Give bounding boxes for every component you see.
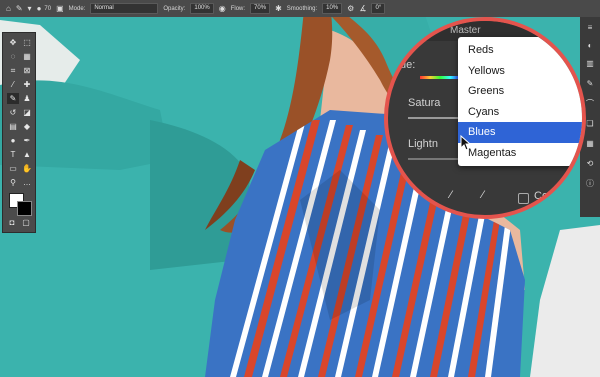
channel-dropdown-menu: Reds Yellows Greens Cyans Blues Magentas: [458, 37, 582, 166]
brush-tool-icon-active[interactable]: ✎: [7, 93, 19, 104]
smoothing-label: Smoothing:: [286, 5, 318, 12]
smoothing-field[interactable]: 10%: [322, 3, 343, 14]
channels-icon[interactable]: ▦: [584, 139, 596, 149]
chevron-down-icon[interactable]: ▾: [28, 4, 32, 13]
menu-item-yellows[interactable]: Yellows: [458, 61, 582, 82]
home-icon[interactable]: ⌂: [6, 4, 11, 13]
lightness-label: Lightn: [408, 138, 438, 150]
mode-select[interactable]: Normal: [90, 3, 159, 14]
gear-icon[interactable]: ⚙: [347, 4, 354, 13]
rectangle-tool-icon[interactable]: ▭: [7, 163, 19, 174]
menu-item-magentas[interactable]: Magentas: [458, 143, 582, 164]
screen-mode-icon[interactable]: ▢: [21, 217, 31, 228]
eyedropper-icon[interactable]: ⁄: [418, 189, 430, 203]
colorize-checkbox[interactable]: [518, 193, 529, 204]
background-color-swatch[interactable]: [17, 201, 32, 216]
brush-settings-icon[interactable]: ▣: [56, 4, 64, 13]
history-icon[interactable]: ⟲: [584, 159, 596, 169]
stamp-tool-icon[interactable]: ♟: [21, 93, 33, 104]
lasso-tool-icon[interactable]: ◌: [7, 51, 19, 62]
angle-icon: ∡: [359, 3, 367, 13]
opacity-label: Opacity:: [163, 5, 186, 12]
healing-tool-icon[interactable]: ✚: [21, 79, 33, 90]
menu-item-greens[interactable]: Greens: [458, 81, 582, 102]
gradient-tool-icon[interactable]: ▤: [7, 121, 19, 132]
history-brush-icon[interactable]: ↺: [7, 107, 19, 118]
eyedropper-tool-icon[interactable]: ⁄: [7, 79, 19, 90]
info-icon[interactable]: ⓘ: [584, 179, 596, 189]
quick-mask-icon[interactable]: ◘: [7, 217, 17, 228]
marquee-tool-icon[interactable]: ⬚: [21, 37, 33, 48]
pen-tool-icon[interactable]: ✒: [21, 135, 33, 146]
move-tool-icon[interactable]: ✥: [7, 37, 19, 48]
eraser-tool-icon[interactable]: ◪: [21, 107, 33, 118]
options-bar: ⌂ ✎ ▾ ● 70 ▣ Mode: Normal Opacity: 100% …: [0, 0, 600, 17]
panel-collapse-icon[interactable]: »: [560, 25, 565, 35]
magnifier-callout: Master Plugins » ue: Satura Lightn Reds …: [384, 17, 586, 219]
dodge-tool-icon[interactable]: ●: [7, 135, 19, 146]
hand-tool-icon[interactable]: ✋: [21, 163, 33, 174]
brush-tool-icon[interactable]: ✎: [16, 4, 23, 13]
properties-icon[interactable]: ≡: [584, 23, 596, 33]
more-tools-icon[interactable]: …: [21, 177, 33, 188]
brush-preset-picker[interactable]: ● 70: [36, 3, 52, 13]
brushes-icon[interactable]: ✎: [584, 79, 596, 89]
opacity-field[interactable]: 100%: [190, 3, 214, 14]
airbrush-icon[interactable]: ✱: [275, 4, 282, 13]
angle-field[interactable]: 0°: [371, 3, 386, 14]
hue-label: ue:: [400, 59, 416, 71]
brush-size: 70: [44, 5, 52, 12]
object-select-icon[interactable]: ▦: [21, 51, 33, 62]
mouse-cursor-icon: [460, 135, 472, 151]
type-tool-icon[interactable]: T: [7, 149, 19, 160]
eyedropper-minus-icon[interactable]: ⁄: [482, 189, 494, 203]
menu-item-cyans[interactable]: Cyans: [458, 102, 582, 123]
flow-field[interactable]: 70%: [250, 3, 271, 14]
flow-label: Flow:: [230, 5, 246, 12]
blur-tool-icon[interactable]: ◆: [21, 121, 33, 132]
tools-panel: ✥ ⬚ ◌ ▦ ⌗ ⊠ ⁄ ✚ ✎ ♟ ↺ ◪ ▤ ◆ ● ✒ T ▲ ▭ ✋ …: [2, 32, 36, 233]
path-select-icon[interactable]: ▲: [21, 149, 33, 160]
menu-item-reds[interactable]: Reds: [458, 40, 582, 61]
zoom-tool-icon[interactable]: ⚲: [7, 177, 19, 188]
paths-icon[interactable]: ⌒: [584, 99, 596, 109]
menu-item-blues[interactable]: Blues: [458, 122, 582, 143]
adjustments-icon[interactable]: ◐: [584, 41, 596, 51]
brush-tip-icon: ●: [36, 3, 42, 13]
libraries-icon[interactable]: ▥: [584, 59, 596, 69]
saturation-label: Satura: [408, 97, 441, 109]
mode-label: Mode:: [68, 5, 86, 12]
preset-master-label: Master: [450, 25, 481, 36]
eyedropper-plus-icon[interactable]: ⁄: [450, 189, 462, 203]
colorize-label: Coloriz: [534, 190, 569, 202]
plugins-tab[interactable]: Plugins: [530, 27, 553, 34]
pressure-opacity-icon[interactable]: ◉: [219, 4, 226, 13]
crop-tool-icon[interactable]: ⌗: [7, 65, 19, 76]
frame-tool-icon[interactable]: ⊠: [21, 65, 33, 76]
